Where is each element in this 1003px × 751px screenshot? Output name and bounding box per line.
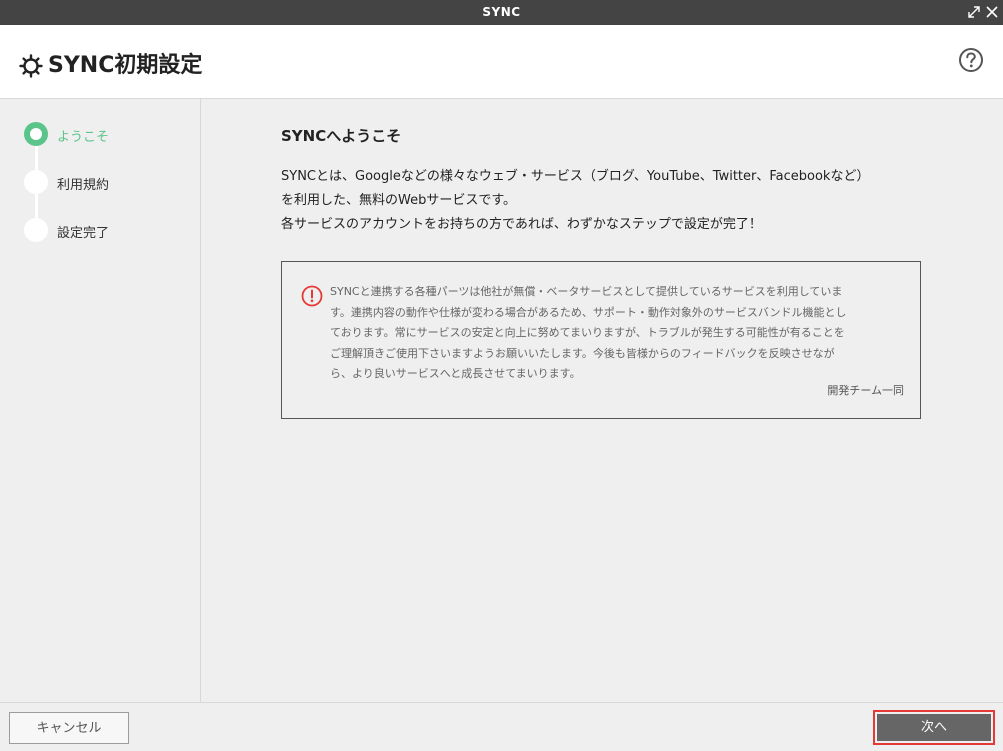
step-indicator-icon [24, 218, 48, 242]
notice-line: す。連携内容の動作や仕様が変わる場合があるため、サポート・動作対象外のサービスバ… [330, 305, 847, 319]
notice-line: ら、より良いサービスへと成長させてまいります。 [330, 367, 581, 380]
next-button-highlight: 次へ [873, 710, 995, 745]
notice-box: SYNCと連携する各種パーツは他社が無償・ベータサービスとして提供しているサービ… [281, 261, 921, 419]
cancel-button[interactable]: キャンセル [9, 712, 129, 744]
next-button[interactable]: 次へ [877, 714, 991, 741]
page-title: SYNC初期設定 [48, 53, 203, 78]
sync-window: SYNC SYNC初期設定 ようこそ 利用規約 設定完了 SYNCへようこそ S… [0, 0, 1003, 751]
dialog-footer: キャンセル 次へ [0, 702, 1003, 751]
intro-line: 各サービスのアカウントをお持ちの方であれば、わずかなステップで設定が完了！ [281, 217, 762, 232]
notice-text: SYNCと連携する各種パーツは他社が無償・ベータサービスとして提供しているサービ… [330, 282, 900, 385]
step-indicator-icon [24, 122, 48, 146]
warning-icon [301, 285, 323, 307]
maximize-icon[interactable] [966, 4, 982, 20]
step-indicator-icon [24, 170, 48, 194]
notice-line: ております。常にサービスの安定と向上に努めてまいりますが、トラブルが発生する可能… [330, 326, 845, 339]
step-label: ようこそ [57, 130, 110, 145]
intro-text: SYNCとは、Googleなどの様々なウェブ・サービス（ブログ、YouTube、… [281, 165, 941, 237]
main-content: SYNCへようこそ SYNCとは、Googleなどの様々なウェブ・サービス（ブロ… [201, 99, 1003, 702]
step-label: 設定完了 [57, 226, 110, 241]
title-bar[interactable]: SYNC [0, 0, 1003, 25]
notice-signature: 開発チーム一同 [827, 384, 904, 397]
close-icon[interactable] [984, 4, 1000, 20]
steps-sidebar: ようこそ 利用規約 設定完了 [0, 99, 201, 702]
notice-line: SYNCと連携する各種パーツは他社が無償・ベータサービスとして提供しているサービ… [330, 285, 843, 298]
step-label: 利用規約 [57, 178, 110, 193]
notice-line: ご理解頂きご使用下さいますようお願いいたします。今後も皆様からのフィードバックを… [330, 346, 835, 360]
intro-line: を利用した、無料のWebサービスです。 [281, 193, 517, 208]
intro-line: SYNCとは、Googleなどの様々なウェブ・サービス（ブログ、YouTube、… [281, 169, 870, 184]
dialog-header: SYNC初期設定 [0, 25, 1003, 99]
help-icon[interactable] [958, 47, 984, 73]
welcome-title: SYNCへようこそ [281, 127, 402, 145]
window-title: SYNC [482, 5, 521, 19]
gear-icon [18, 53, 44, 79]
